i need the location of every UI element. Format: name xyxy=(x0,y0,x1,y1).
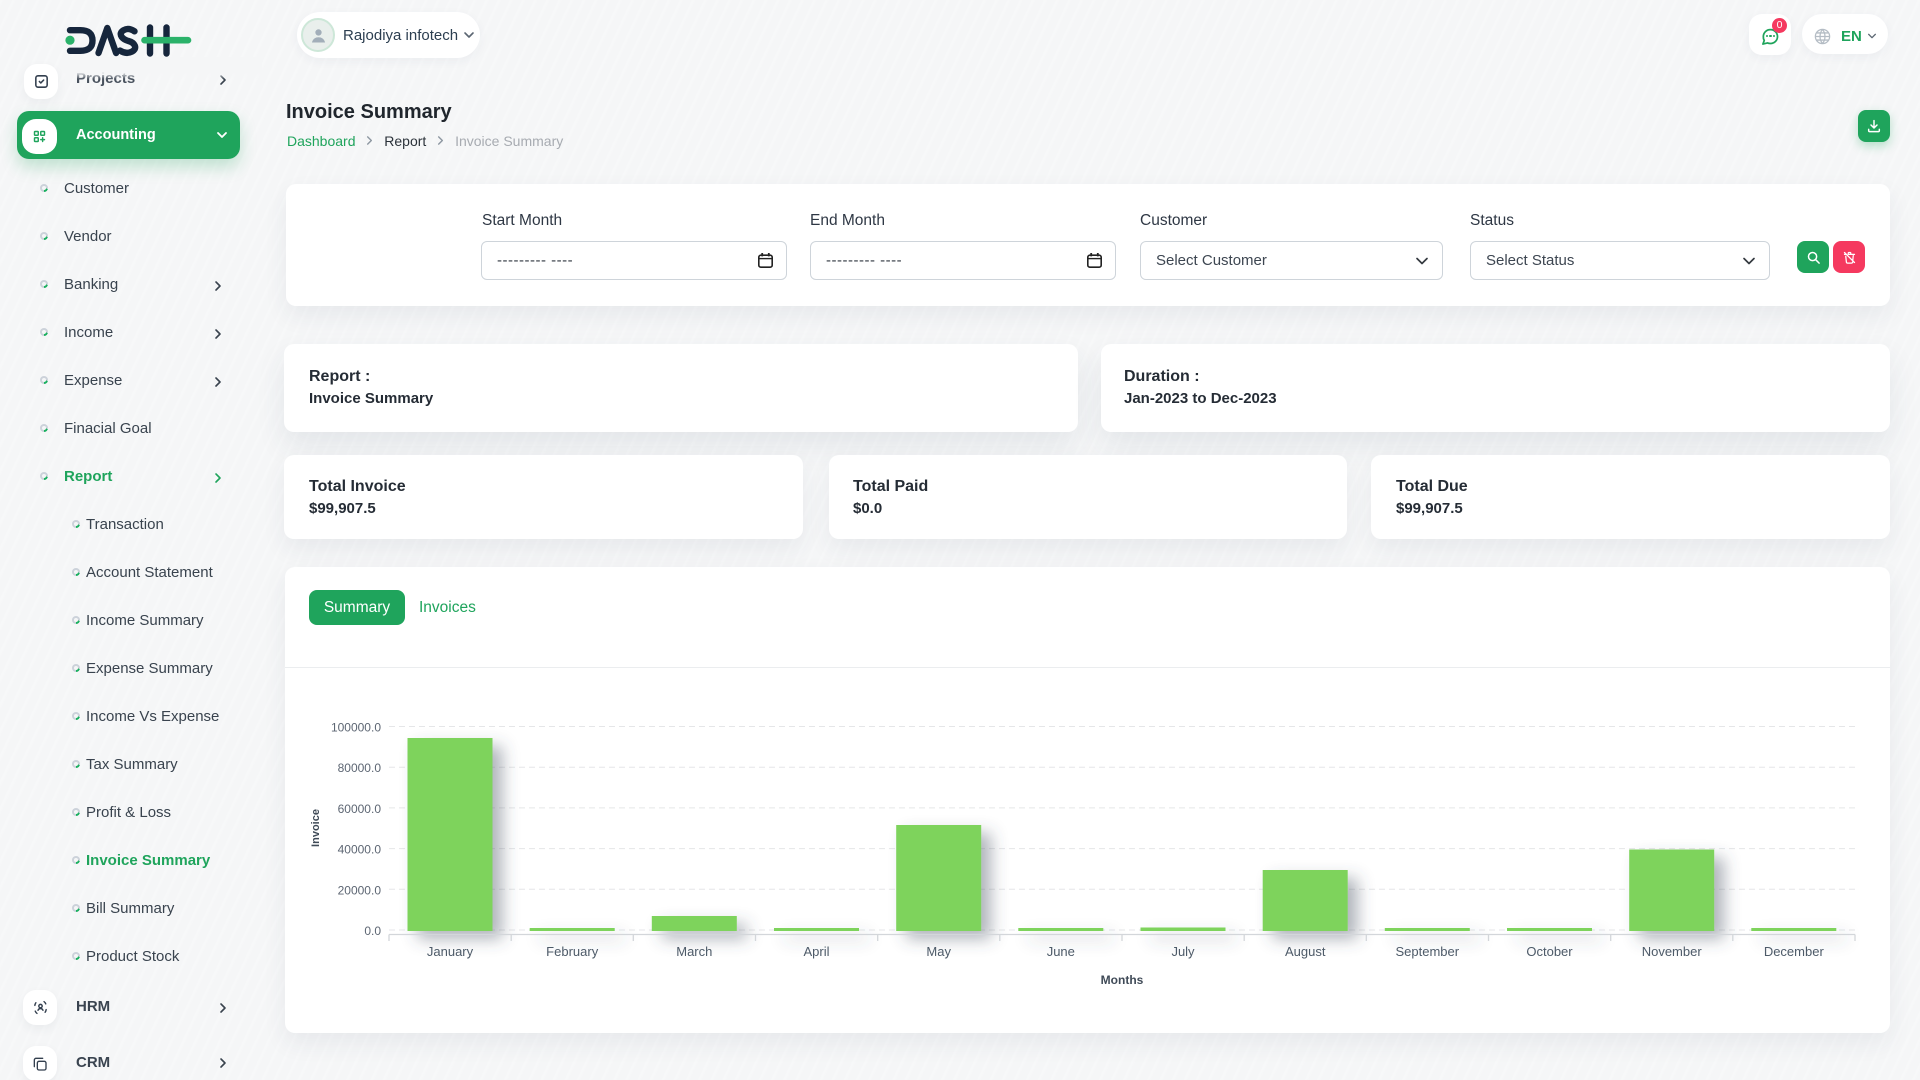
svg-text:May: May xyxy=(926,944,951,959)
svg-text:100000.0: 100000.0 xyxy=(331,721,381,735)
svg-text:Invoice: Invoice xyxy=(310,809,322,847)
svg-text:October: October xyxy=(1526,944,1573,959)
svg-text:August: August xyxy=(1285,944,1326,959)
svg-text:April: April xyxy=(803,944,829,959)
svg-text:60000.0: 60000.0 xyxy=(338,802,382,816)
svg-text:Months: Months xyxy=(1101,973,1144,987)
svg-text:July: July xyxy=(1171,944,1195,959)
svg-text:September: September xyxy=(1396,944,1460,959)
svg-text:80000.0: 80000.0 xyxy=(338,761,382,775)
svg-text:February: February xyxy=(546,944,599,959)
svg-text:November: November xyxy=(1642,944,1703,959)
svg-text:20000.0: 20000.0 xyxy=(338,883,382,897)
svg-text:January: January xyxy=(427,944,474,959)
svg-text:40000.0: 40000.0 xyxy=(338,843,382,857)
svg-text:March: March xyxy=(676,944,712,959)
svg-text:December: December xyxy=(1764,944,1825,959)
svg-text:0.0: 0.0 xyxy=(364,924,381,938)
svg-text:June: June xyxy=(1047,944,1075,959)
